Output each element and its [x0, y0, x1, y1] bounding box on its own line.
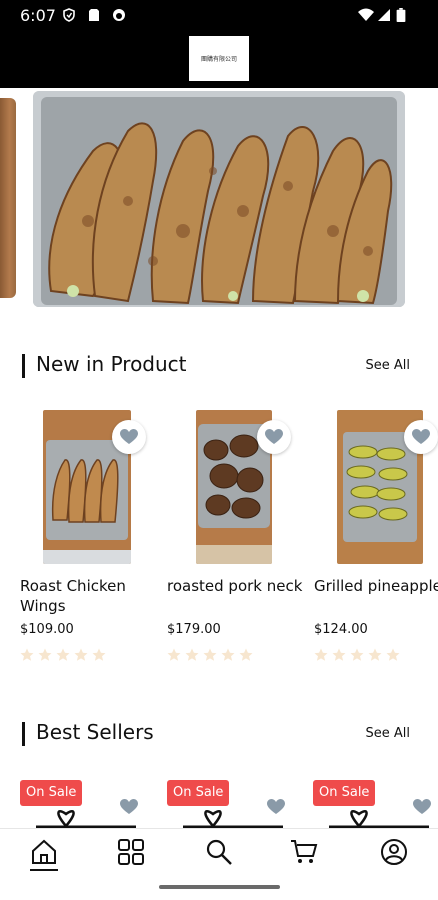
nav-cart[interactable] — [289, 837, 319, 867]
star-icon — [20, 648, 34, 661]
product-name[interactable]: Grilled pineapple — [314, 576, 438, 596]
product-name[interactable]: Roast Chicken Wings — [20, 576, 160, 616]
rating-stars — [167, 648, 253, 662]
favorite-button[interactable] — [112, 420, 146, 454]
nav-categories[interactable] — [116, 837, 146, 867]
section-accent-bar — [22, 354, 25, 378]
star-icon — [203, 648, 217, 661]
product-price: $124.00 — [314, 622, 368, 637]
gift-ribbon-icon — [183, 810, 283, 829]
star-icon — [386, 648, 400, 661]
search-icon — [206, 839, 232, 865]
battery-icon — [396, 8, 406, 22]
nav-home[interactable] — [29, 837, 59, 867]
product-price: $109.00 — [20, 622, 74, 637]
banner-previous-slide[interactable] — [0, 98, 16, 298]
section-title: Best Sellers — [36, 720, 154, 744]
gift-ribbon-icon — [36, 810, 136, 829]
product-name[interactable]: roasted pork neck — [167, 576, 307, 596]
favorite-button[interactable] — [257, 420, 291, 454]
section-best-sellers: Best Sellers See All — [22, 720, 418, 746]
logo-text: 團購有限公司 — [200, 56, 237, 63]
shield-icon — [63, 8, 75, 22]
best-seller-card[interactable]: On Sale — [167, 778, 297, 830]
categories-icon — [118, 839, 144, 865]
wifi-icon — [358, 8, 374, 21]
product-price: $179.00 — [167, 622, 221, 637]
star-icon — [167, 648, 181, 661]
star-icon — [368, 648, 382, 661]
star-icon — [314, 648, 328, 661]
status-time: 6:07 — [20, 6, 56, 25]
home-icon — [32, 839, 56, 864]
on-sale-badge: On Sale — [20, 780, 83, 806]
gift-ribbon-icon — [329, 810, 429, 829]
rating-stars — [20, 648, 106, 662]
heart-icon — [265, 429, 283, 444]
nav-search[interactable] — [204, 837, 234, 867]
section-title: New in Product — [36, 352, 187, 376]
circle-status-icon — [113, 9, 125, 21]
profile-icon — [381, 839, 407, 865]
on-sale-badge: On Sale — [313, 780, 376, 806]
cart-icon — [291, 840, 318, 863]
star-icon — [239, 648, 253, 661]
star-icon — [332, 648, 346, 661]
product-list[interactable]: Roast Chicken Wings $109.00 roasted pork… — [0, 410, 438, 670]
banner-carousel[interactable] — [0, 88, 438, 314]
bottom-navigation — [0, 828, 438, 900]
nav-profile[interactable] — [379, 837, 409, 867]
nav-active-indicator — [30, 869, 58, 871]
banner-image[interactable] — [33, 91, 405, 307]
sim-card-icon — [89, 9, 99, 21]
see-all-best-sellers-link[interactable]: See All — [366, 726, 411, 741]
star-icon — [92, 648, 106, 661]
favorite-button[interactable] — [404, 420, 438, 454]
product-card[interactable]: roasted pork neck $179.00 — [167, 410, 307, 670]
signal-icon — [378, 9, 390, 21]
product-card[interactable]: Grilled pineapple $124.00 — [314, 410, 438, 670]
star-icon — [56, 648, 70, 661]
system-home-indicator[interactable] — [159, 885, 280, 889]
best-seller-card[interactable]: On Sale — [313, 778, 438, 830]
best-sellers-list[interactable]: On Sale On Sale On Sale — [0, 778, 438, 830]
star-icon — [74, 648, 88, 661]
section-new-products: New in Product See All — [22, 352, 418, 378]
on-sale-badge: On Sale — [167, 780, 230, 806]
star-icon — [185, 648, 199, 661]
store-logo[interactable]: 團購有限公司 — [189, 36, 249, 81]
status-bar: 6:07 — [0, 0, 438, 30]
heart-icon — [120, 429, 138, 444]
section-accent-bar — [22, 722, 25, 746]
star-icon — [38, 648, 52, 661]
heart-icon — [412, 429, 430, 444]
best-seller-card[interactable]: On Sale — [20, 778, 150, 830]
rating-stars — [314, 648, 400, 662]
see-all-new-products-link[interactable]: See All — [366, 358, 411, 373]
app-header: 團購有限公司 — [0, 30, 438, 88]
star-icon — [350, 648, 364, 661]
star-icon — [221, 648, 235, 661]
product-card[interactable]: Roast Chicken Wings $109.00 — [20, 410, 160, 670]
